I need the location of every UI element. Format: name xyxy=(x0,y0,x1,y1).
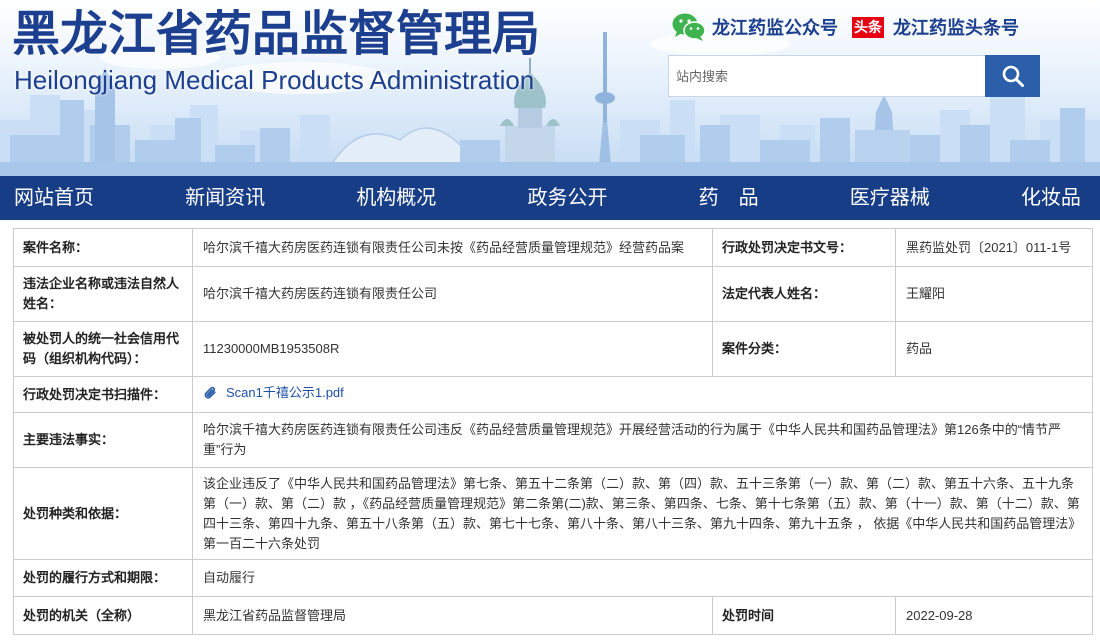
scan-file-cell: Scan1千禧公示1.pdf xyxy=(192,376,1093,413)
cathedral-side-dome xyxy=(546,119,560,126)
site-title-english: Heilongjiang Medical Products Administra… xyxy=(14,65,535,95)
wechat-icon[interactable] xyxy=(672,12,706,42)
search-button[interactable] xyxy=(985,55,1040,97)
row-party: 违法企业名称或违法自然人姓名： 哈尔滨千禧大药房医药连锁有限责任公司 法定代表人… xyxy=(13,266,1093,322)
row-facts: 主要违法事实： 哈尔滨千禧大药房医药连锁有限责任公司违反《药品经营质量管理规范》… xyxy=(13,412,1093,468)
credit-code-value: 11230000MB1953508R xyxy=(192,321,713,377)
case-category-label: 案件分类： xyxy=(712,321,896,377)
scan-file-link[interactable]: Scan1千禧公示1.pdf xyxy=(203,383,344,403)
penalty-date-label: 处罚时间 xyxy=(712,596,896,635)
authority-value: 黑龙江省药品监督管理局 xyxy=(192,596,713,635)
fulfillment-label: 处罚的履行方式和期限： xyxy=(13,559,193,597)
skyline-ground xyxy=(0,162,1100,176)
paperclip-icon xyxy=(204,386,216,399)
scan-file-label: 行政处罚决定书扫描件： xyxy=(13,376,193,413)
penalty-case-table: 案件名称： 哈尔滨千禧大药房医药连锁有限责任公司未按《药品经营质量管理规范》经营… xyxy=(13,228,1093,635)
nav-item-government-affairs[interactable]: 政务公开 xyxy=(527,176,607,220)
row-case-name: 案件名称： 哈尔滨千禧大药房医药连锁有限责任公司未按《药品经营质量管理规范》经营… xyxy=(13,228,1093,267)
cathedral-side-dome xyxy=(500,119,514,126)
penalty-basis-value: 该企业违反了《中华人民共和国药品管理法》第七条、第五十二条第（二）款、第（四）款… xyxy=(192,467,1093,560)
row-scan: 行政处罚决定书扫描件： Scan1千禧公示1.pdf xyxy=(13,376,1093,413)
decision-number-label: 行政处罚决定书文号： xyxy=(712,228,896,267)
authority-label: 处罚的机关（全称） xyxy=(13,596,193,635)
nav-item-news[interactable]: 新闻资讯 xyxy=(185,176,265,220)
site-search xyxy=(668,55,1040,97)
row-basis: 处罚种类和依据： 该企业违反了《中华人民共和国药品管理法》第七条、第五十二条第（… xyxy=(13,467,1093,560)
case-name-label: 案件名称： xyxy=(13,228,193,267)
nav-item-home[interactable]: 网站首页 xyxy=(14,176,94,220)
party-name-value: 哈尔滨千禧大药房医药连锁有限责任公司 xyxy=(192,266,713,322)
case-name-value: 哈尔滨千禧大药房医药连锁有限责任公司未按《药品经营质量管理规范》经营药品案 xyxy=(192,228,713,267)
cathedral-drum xyxy=(518,108,542,128)
tv-tower-pod xyxy=(595,92,615,104)
decision-number-value: 黑药监处罚〔2021〕011-1号 xyxy=(895,228,1093,267)
nav-item-cosmetics[interactable]: 化妆品 xyxy=(1021,176,1081,220)
nav-item-drugs[interactable]: 药 品 xyxy=(699,176,759,220)
search-icon xyxy=(1002,65,1024,87)
main-nav: 网站首页 新闻资讯 机构概况 政务公开 药 品 医疗器械 化妆品 xyxy=(0,176,1100,220)
nav-item-medical-devices[interactable]: 医疗器械 xyxy=(850,176,930,220)
toutiao-account-link[interactable]: 龙江药监头条号 xyxy=(893,14,1019,40)
nav-item-organization[interactable]: 机构概况 xyxy=(356,176,436,220)
toutiao-badge[interactable]: 头条 xyxy=(852,16,884,38)
violation-facts-label: 主要违法事实： xyxy=(13,412,193,468)
row-fulfillment: 处罚的履行方式和期限： 自动履行 xyxy=(13,559,1093,597)
row-credit-code: 被处罚人的统一社会信用代码（组织机构代码）： 11230000MB1953508… xyxy=(13,321,1093,377)
row-authority: 处罚的机关（全称） 黑龙江省药品监督管理局 处罚时间 2022-09-28 xyxy=(13,596,1093,635)
party-name-label: 违法企业名称或违法自然人姓名： xyxy=(13,266,193,322)
legal-representative-label: 法定代表人姓名： xyxy=(712,266,896,322)
tv-tower-mast xyxy=(603,32,607,122)
wechat-account-link[interactable]: 龙江药监公众号 xyxy=(712,14,838,40)
scan-file-name[interactable]: Scan1千禧公示1.pdf xyxy=(226,383,344,403)
penalty-basis-label: 处罚种类和依据： xyxy=(13,467,193,560)
search-input[interactable] xyxy=(668,55,985,97)
fulfillment-value: 自动履行 xyxy=(192,559,1093,597)
site-header: 黑龙江省药品监督管理局 Heilongjiang Medical Product… xyxy=(0,0,1100,176)
legal-representative-value: 王耀阳 xyxy=(895,266,1093,322)
penalty-date-value: 2022-09-28 xyxy=(895,596,1093,635)
site-title: 黑龙江省药品监督管理局 xyxy=(12,8,541,61)
case-category-value: 药品 xyxy=(895,321,1093,377)
social-links: 龙江药监公众号 头条 龙江药监头条号 xyxy=(672,11,1019,43)
violation-facts-value: 哈尔滨千禧大药房医药连锁有限责任公司违反《药品经营质量管理规范》开展经营活动的行… xyxy=(192,412,1093,468)
credit-code-label: 被处罚人的统一社会信用代码（组织机构代码）： xyxy=(13,321,193,377)
